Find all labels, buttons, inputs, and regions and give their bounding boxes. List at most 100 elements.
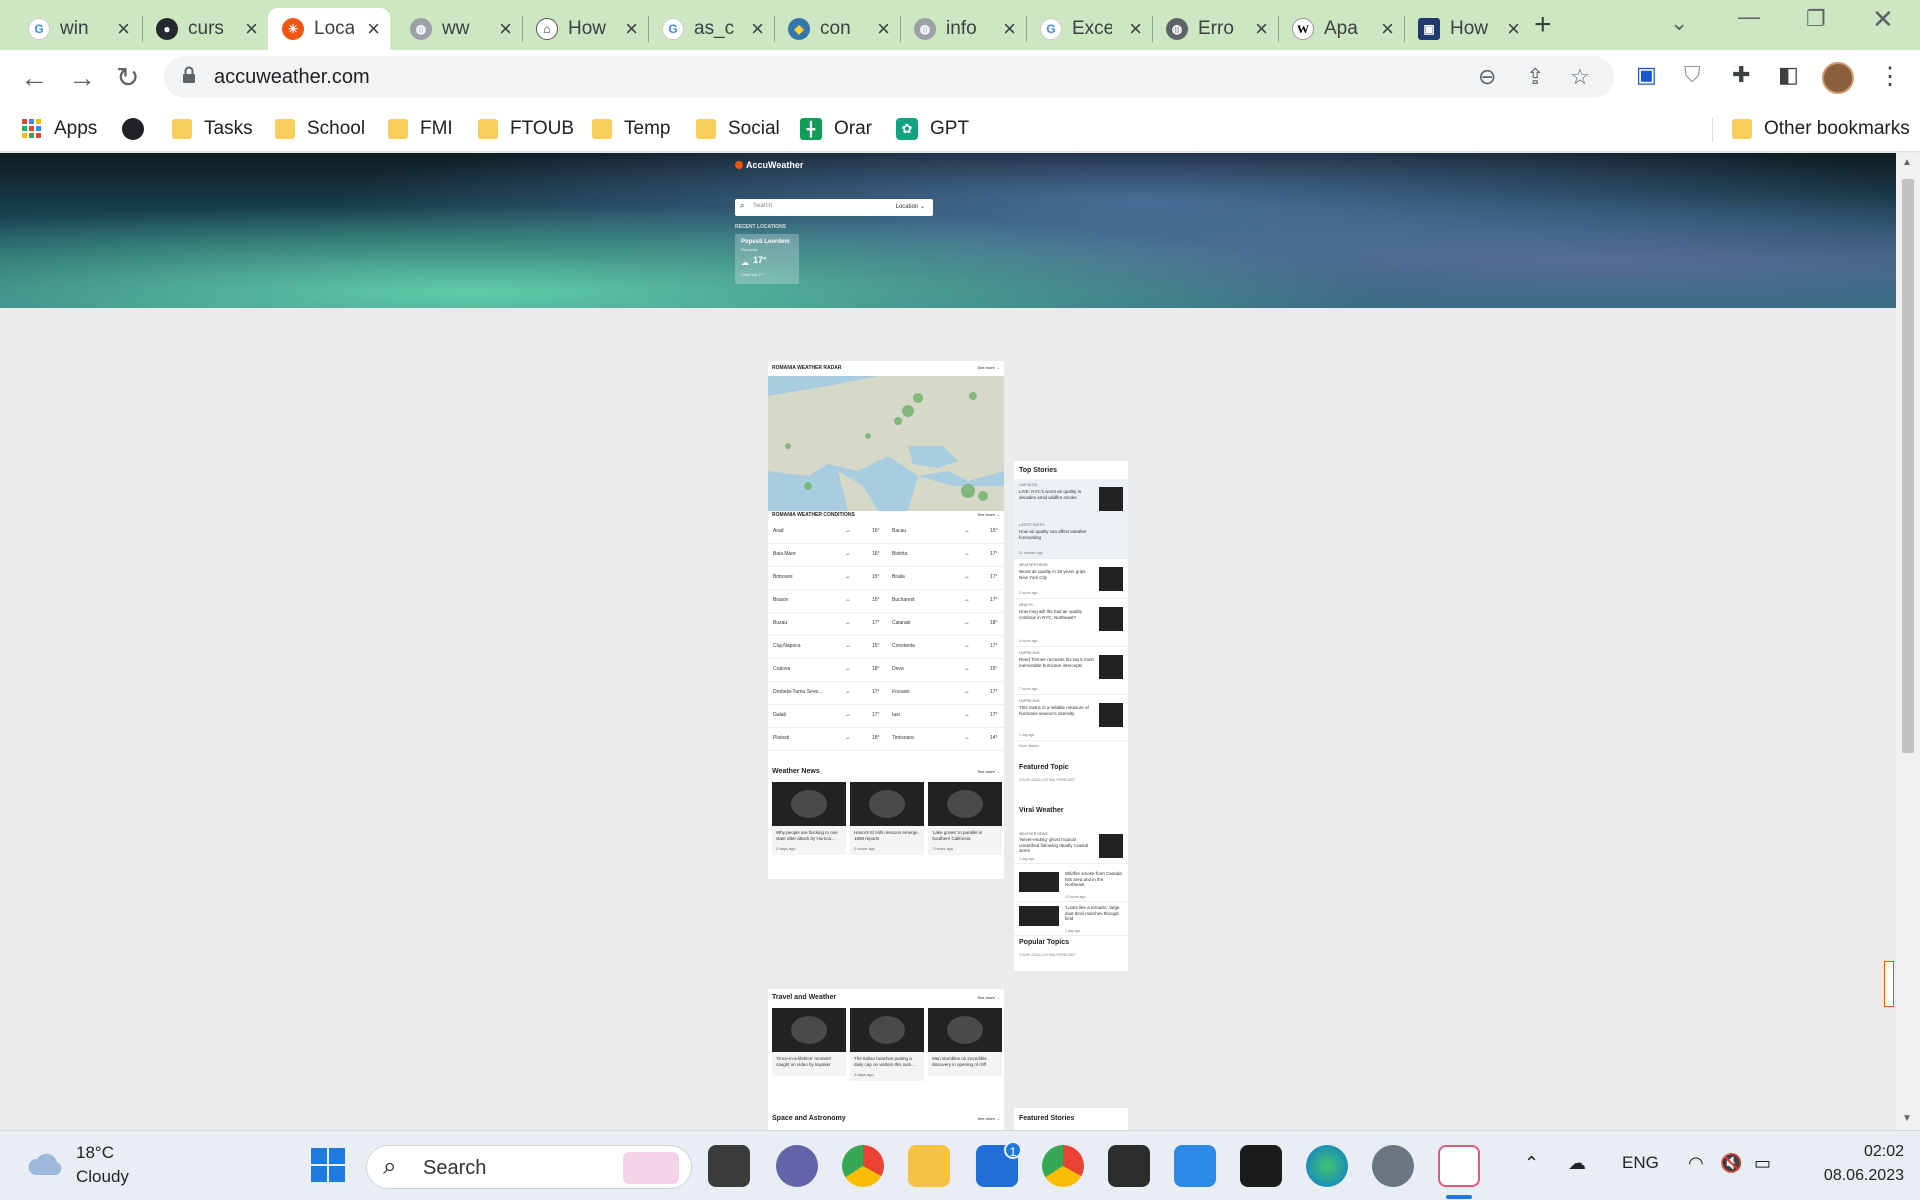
location-search-input[interactable]: ⌕ Search Location ⌄ (735, 199, 933, 216)
edge-icon[interactable] (1306, 1145, 1348, 1187)
tab-8[interactable]: ◍ info × (900, 8, 1026, 50)
close-window-button[interactable]: ✕ (1872, 4, 1894, 35)
viral-item[interactable]: 'Looks like a tornado,' large dust devil… (1014, 902, 1128, 936)
close-icon[interactable]: × (751, 18, 764, 40)
story-item[interactable]: HEALTH How long will the bad air quality … (1014, 599, 1128, 647)
battery-icon[interactable]: ▭ (1754, 1153, 1771, 1174)
chrome-profile-icon[interactable] (1042, 1145, 1084, 1187)
tab-6[interactable]: G as_c × (648, 8, 774, 50)
tab-9[interactable]: G Exce × (1026, 8, 1152, 50)
bookmark-folder-fmi[interactable]: FMI (388, 114, 453, 144)
tab-4[interactable]: ◍ ww × (396, 8, 522, 50)
travel-see-more-link[interactable]: See more → (978, 995, 1000, 1000)
condition-row[interactable]: Craiova ☁ 18° Deva ☁ 15° (768, 659, 1004, 682)
volume-muted-icon[interactable]: 🔇 (1720, 1153, 1742, 1174)
close-icon[interactable]: × (1381, 18, 1394, 40)
weather-radar-map[interactable] (768, 376, 1004, 511)
feedback-tab[interactable] (1884, 961, 1894, 1007)
clock-date[interactable]: 08.06.2023 (1804, 1167, 1904, 1185)
restore-button[interactable]: ❐ (1806, 6, 1826, 32)
featured-topic-subtitle[interactable]: YOUR LOCAL LETHAL FORECAST (1019, 778, 1076, 782)
close-icon[interactable]: × (117, 18, 130, 40)
close-icon[interactable]: × (367, 18, 380, 40)
page-scrollbar[interactable]: ▲ ▼ (1896, 153, 1920, 1130)
bookmark-folder-tasks[interactable]: Tasks (172, 114, 253, 144)
extension-icon[interactable]: ▣ (1636, 62, 1657, 88)
bookmark-globe[interactable] (122, 114, 144, 144)
radar-see-more-link[interactable]: See more → (978, 365, 1000, 370)
bookmark-folder-ftoub[interactable]: FTOUB (478, 114, 574, 144)
news-card[interactable]: Hanoi's El Niño lessons emerge, 1998 rep… (850, 782, 924, 855)
vscode-icon[interactable] (1174, 1145, 1216, 1187)
task-view-icon[interactable] (708, 1145, 750, 1187)
close-icon[interactable]: × (1003, 18, 1016, 40)
weather-news-see-more-link[interactable]: See more → (978, 769, 1000, 774)
forward-button[interactable]: → (68, 60, 96, 96)
tab-2[interactable]: ● curs × (142, 8, 268, 50)
condition-row[interactable]: Brasov ☁ 15° Bucharest ☁ 17° (768, 590, 1004, 613)
profile-avatar[interactable] (1822, 62, 1854, 94)
show-hidden-icons-icon[interactable]: ⌃ (1524, 1153, 1539, 1174)
news-card[interactable]: The Italian beaches putting a daily cap … (850, 1008, 924, 1081)
address-bar[interactable]: accuweather.com ⊖ ⇪ ☆ (164, 56, 1614, 98)
back-button[interactable]: ← (20, 60, 48, 96)
terminal-icon[interactable] (1108, 1145, 1150, 1187)
tab-1[interactable]: G win × (14, 8, 140, 50)
bookmark-folder-temp[interactable]: Temp (592, 114, 670, 144)
menu-kebab-icon[interactable]: ⋮ (1878, 62, 1902, 91)
minimize-button[interactable]: — (1738, 4, 1760, 30)
side-panel-icon[interactable]: ◧ (1778, 62, 1799, 88)
story-item[interactable]: LATEST ENTRY How air quality can affect w… (1014, 519, 1128, 559)
condition-row[interactable]: Botosani ☁ 15° Braila ☁ 17° (768, 567, 1004, 590)
bookmark-star-icon[interactable]: ☆ (1570, 64, 1590, 90)
condition-row[interactable]: Ploiesti ☁ 18° Timisoara ☁ 14° (768, 728, 1004, 751)
scrollbar-thumb[interactable] (1902, 179, 1914, 753)
bookmark-other[interactable]: Other bookmarks (1732, 114, 1910, 144)
recent-location-card[interactable]: Popesti Leordeni Romania ☁ 17° RealFeel … (735, 234, 799, 284)
bookmark-apps[interactable]: Apps (22, 114, 97, 144)
close-icon[interactable]: × (1129, 18, 1142, 40)
reload-button[interactable]: ↻ (116, 60, 139, 96)
close-icon[interactable]: × (625, 18, 638, 40)
bookmark-orar[interactable]: ╋ Orar (800, 114, 872, 144)
tab-3-active[interactable]: ☀ Loca × (268, 8, 390, 50)
tab-10[interactable]: ◍ Erro × (1152, 8, 1278, 50)
close-icon[interactable]: × (1507, 18, 1520, 40)
language-indicator[interactable]: ENG (1622, 1153, 1659, 1173)
snipping-tool-icon[interactable] (1438, 1145, 1480, 1187)
condition-row[interactable]: Buzau ☁ 17° Calarasi ☁ 18° (768, 613, 1004, 636)
cloudy-weather-icon[interactable] (26, 1149, 66, 1179)
location-button[interactable]: Location ⌄ (896, 203, 925, 210)
wifi-icon[interactable]: ◠ (1688, 1153, 1704, 1174)
close-icon[interactable]: × (499, 18, 512, 40)
clock-time[interactable]: 02:02 (1834, 1143, 1904, 1161)
tab-7[interactable]: ◆ con × (774, 8, 900, 50)
shield-icon[interactable]: ⛉ (1684, 62, 1701, 88)
story-item[interactable]: WEATHER NEWS Worst air quality in 20 year… (1014, 559, 1128, 599)
news-card[interactable]: 'Once-in-a-lifetime' moment caught on vi… (772, 1008, 846, 1076)
news-card[interactable]: Man stumbles on incredible discovery in … (928, 1008, 1002, 1076)
close-icon[interactable]: × (245, 18, 258, 40)
viral-item[interactable]: WEATHER NEWS 'Never-ending' ghost tropica… (1014, 830, 1128, 864)
bookmark-gpt[interactable]: ✿ GPT (896, 114, 969, 144)
news-card[interactable]: Why people are flocking to one state aft… (772, 782, 846, 855)
zoom-icon[interactable]: ⊖ (1478, 64, 1496, 90)
windows-start-icon[interactable] (310, 1147, 346, 1183)
viral-item[interactable]: Wildfire smoke from Canada hits area and… (1014, 868, 1128, 902)
teams-icon[interactable] (776, 1145, 818, 1187)
tab-search-icon[interactable]: ⌄ (1670, 10, 1688, 36)
condition-row[interactable]: Galati ☁ 17° Iasi ☁ 17° (768, 705, 1004, 728)
story-item[interactable]: HURRICANE Reed Timmer recounts his top 5 … (1014, 647, 1128, 695)
mail-icon[interactable]: 1 (976, 1141, 1022, 1187)
news-card[interactable]: 'Lake grows' to parallel in Southern Cal… (928, 782, 1002, 855)
share-icon[interactable]: ⇪ (1526, 64, 1544, 90)
taskbar-search[interactable]: ⌕ Search (366, 1145, 692, 1189)
extensions-puzzle-icon[interactable]: ✚ (1732, 62, 1750, 88)
story-item[interactable]: LIVE BLOG LIVE: NYC's worst air quality i… (1014, 479, 1128, 519)
file-explorer-icon[interactable] (908, 1145, 950, 1187)
bookmark-folder-social[interactable]: Social (696, 114, 780, 144)
tab-11[interactable]: W Apa × (1278, 8, 1404, 50)
condition-row[interactable]: Cluj-Napoca ☁ 15° Constanta ☁ 17° (768, 636, 1004, 659)
popular-topics-subtitle[interactable]: YOUR LOCAL LETHAL FORECAST (1019, 953, 1076, 957)
condition-row[interactable]: Arad ☁ 16° Bacau ☁ 15° (768, 521, 1004, 544)
